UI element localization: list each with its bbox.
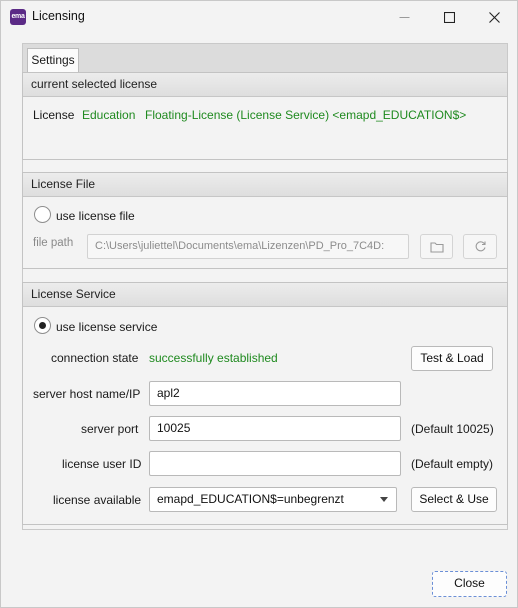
- select-use-button[interactable]: Select & Use: [411, 487, 497, 512]
- title-bar[interactable]: ema Licensing: [1, 1, 517, 33]
- use-license-service-radio[interactable]: [34, 317, 51, 334]
- close-icon: [488, 11, 500, 23]
- tab-settings[interactable]: Settings: [27, 48, 79, 72]
- maximize-icon: [443, 11, 455, 23]
- license-available-value: emapd_EDUCATION$=unbegrenzt: [157, 492, 344, 506]
- file-path-input[interactable]: C:\Users\juliettel\Documents\ema\Lizenze…: [87, 234, 409, 259]
- use-license-file-label: use license file: [56, 209, 135, 223]
- maximize-button[interactable]: [426, 1, 472, 33]
- file-path-label: file path: [33, 237, 74, 249]
- server-host-label: server host name/IP: [33, 387, 141, 401]
- license-available-label: license available: [53, 493, 142, 507]
- reload-file-button[interactable]: [463, 234, 497, 259]
- chevron-down-icon: [380, 497, 388, 502]
- license-available-select[interactable]: emapd_EDUCATION$=unbegrenzt: [149, 487, 397, 512]
- license-file-group: License File use license file file path …: [22, 172, 508, 269]
- use-license-service-label: use license service: [56, 320, 158, 334]
- license-service-heading: License Service: [23, 283, 507, 307]
- license-user-id-label: license user ID: [62, 457, 142, 471]
- folder-icon: [429, 241, 444, 253]
- license-user-id-hint: (Default empty): [411, 457, 494, 471]
- window-title: Licensing: [32, 9, 85, 23]
- current-license-group: current selected license License Educati…: [22, 72, 508, 160]
- licensing-window: ema Licensing Settings current selected …: [0, 0, 518, 608]
- connection-state-value: successfully established: [149, 351, 278, 365]
- license-edition: Education: [82, 108, 136, 122]
- server-port-label: server port: [81, 422, 139, 436]
- license-details: Floating-License (License Service) <emap…: [145, 108, 467, 122]
- app-logo: ema: [10, 9, 26, 25]
- connection-state-label: connection state: [51, 351, 139, 365]
- close-button[interactable]: Close: [432, 571, 507, 597]
- tab-bar: [22, 43, 508, 73]
- refresh-icon: [475, 241, 486, 252]
- use-license-file-radio[interactable]: [34, 206, 51, 223]
- minimize-button[interactable]: [381, 1, 427, 33]
- test-load-button[interactable]: Test & Load: [411, 346, 493, 371]
- close-window-button[interactable]: [471, 1, 517, 33]
- minimize-icon: [399, 16, 409, 18]
- license-service-group: License Service use license service conn…: [22, 282, 508, 525]
- license-label: License: [33, 108, 75, 122]
- license-user-id-input[interactable]: [149, 451, 401, 476]
- server-port-input[interactable]: 10025: [149, 416, 401, 441]
- browse-file-button[interactable]: [420, 234, 453, 259]
- license-file-heading: License File: [23, 173, 507, 197]
- server-port-hint: (Default 10025): [411, 422, 494, 436]
- current-license-heading: current selected license: [23, 73, 507, 97]
- server-host-input[interactable]: apl2: [149, 381, 401, 406]
